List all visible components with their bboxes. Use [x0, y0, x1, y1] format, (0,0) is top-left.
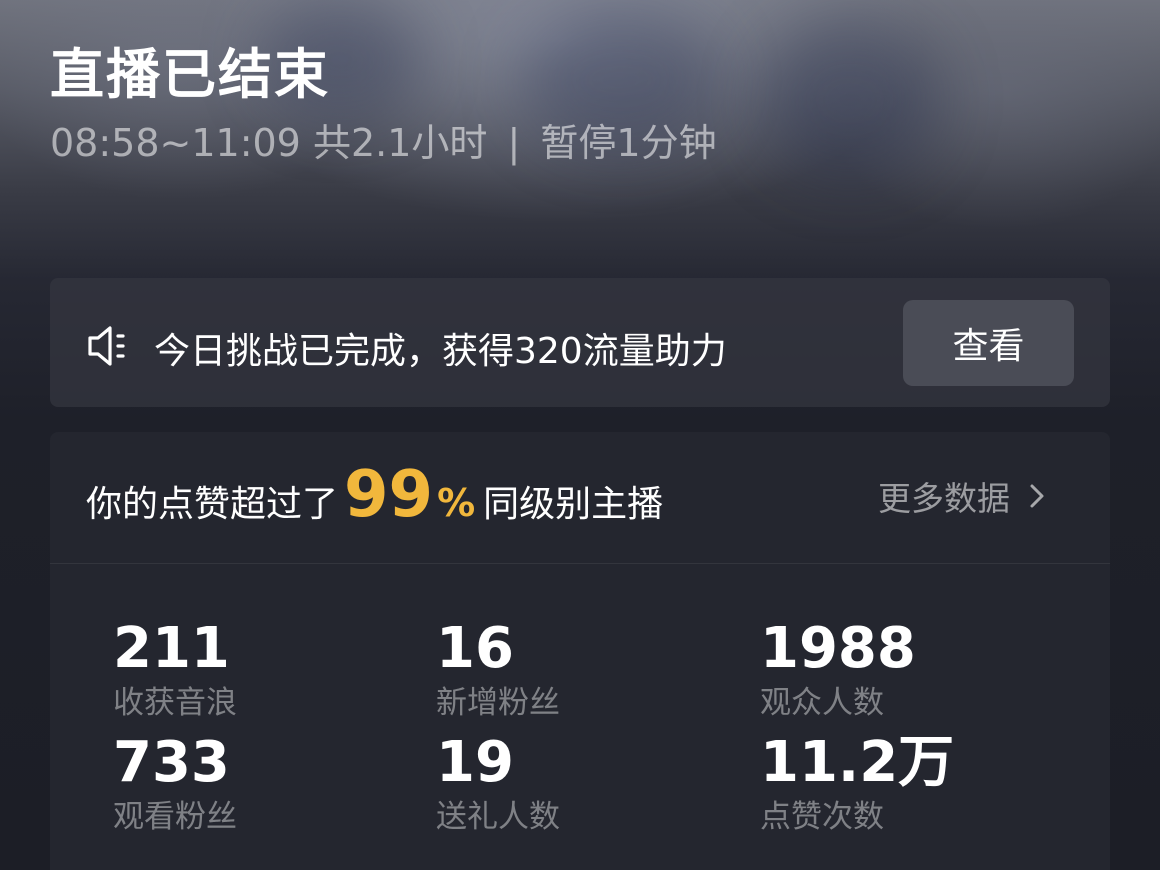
stat-viewers: 1988 观众人数 — [760, 619, 916, 723]
stat-value: 733 — [113, 730, 230, 795]
likes-rank-text: 你的点赞超过了 99 % 同级别主播 — [86, 458, 663, 538]
pause-duration: 暂停1分钟 — [540, 121, 717, 165]
stat-value: 1988 — [760, 616, 916, 681]
stat-sound-waves: 211 收获音浪 — [113, 619, 237, 723]
stat-value: 16 — [436, 616, 514, 681]
divider — [50, 563, 1110, 564]
stat-gift-senders: 19 送礼人数 — [436, 733, 560, 837]
background-blur-shape — [760, 20, 940, 180]
more-data-link[interactable]: 更多数据 — [878, 474, 1046, 518]
speaker-icon — [88, 326, 125, 366]
stat-label: 新增粉丝 — [436, 685, 560, 721]
stat-label: 送礼人数 — [436, 799, 560, 835]
likes-rank-prefix: 你的点赞超过了 — [86, 484, 339, 525]
stat-label: 观众人数 — [760, 685, 884, 721]
live-session-info: 08:58~11:09 共2.1小时 | 暂停1分钟 — [50, 112, 717, 167]
view-button[interactable]: 查看 — [903, 300, 1074, 386]
stat-fan-viewers: 733 观看粉丝 — [113, 733, 237, 837]
likes-rank-percent-sign: % — [437, 481, 476, 525]
chevron-right-icon — [1030, 484, 1044, 508]
page-title: 直播已结束 — [50, 43, 330, 106]
stat-label: 点赞次数 — [760, 799, 884, 835]
time-range: 08:58~11:09 — [50, 121, 301, 165]
separator: | — [507, 121, 521, 165]
stat-value: 19 — [436, 730, 514, 795]
stat-label: 观看粉丝 — [113, 799, 237, 835]
likes-rank-percent: 99 — [344, 458, 434, 532]
stat-label: 收获音浪 — [113, 685, 237, 721]
duration: 共2.1小时 — [312, 121, 488, 165]
likes-rank-suffix: 同级别主播 — [483, 484, 664, 525]
stat-new-fans: 16 新增粉丝 — [436, 619, 560, 723]
challenge-message: 今日挑战已完成，获得320流量助力 — [154, 331, 727, 372]
stat-value: 11.2万 — [760, 730, 955, 795]
stat-value: 211 — [113, 616, 230, 681]
stat-like-count: 11.2万 点赞次数 — [760, 733, 954, 837]
more-data-label: 更多数据 — [878, 479, 1010, 518]
